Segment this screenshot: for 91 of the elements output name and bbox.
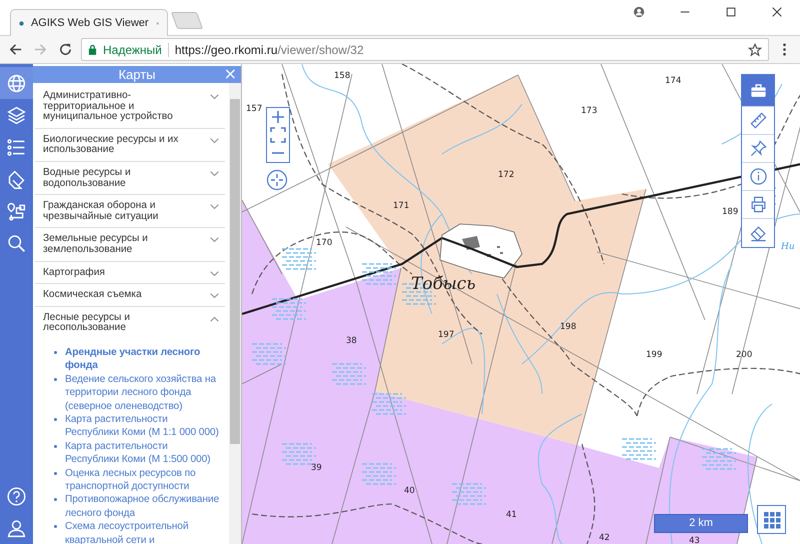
category-label: Лесные ресурсы и лесопользование <box>43 312 131 334</box>
user-icon <box>6 518 27 538</box>
parcel-number: 174 <box>665 76 682 86</box>
browser-tab[interactable]: AGIKS Web GIS Viewer <box>10 9 168 36</box>
category-item[interactable]: Земельные ресурсы и землепользование <box>35 228 225 262</box>
lock-icon <box>88 44 97 55</box>
scrollbar[interactable] <box>229 83 241 544</box>
globe-icon <box>6 72 27 94</box>
category-label: Картография <box>43 268 106 278</box>
bullet-icon <box>54 444 57 448</box>
category-label: Космическая съемка <box>43 290 143 301</box>
bullet-icon <box>54 378 57 381</box>
category-label: Земельные ресурсы и землепользование <box>43 234 149 256</box>
category-item[interactable]: Водные ресурсы и водопользование <box>35 162 225 196</box>
category-item[interactable]: Административно-территориальное и муниципальное устройство <box>35 85 225 129</box>
map-link[interactable]: Противопожарное обслуживание лесного фонда <box>65 493 221 520</box>
chevron-down-icon <box>210 138 219 144</box>
help-icon <box>6 486 27 506</box>
parcel-number: 41 <box>506 510 517 520</box>
parcel-number: 40 <box>404 486 415 496</box>
scrollbar-thumb[interactable] <box>230 99 240 444</box>
locate-icon[interactable] <box>266 169 288 191</box>
map-link[interactable]: Арендные участки лесного фонда <box>65 346 221 373</box>
parcel-number: 158 <box>334 71 350 81</box>
category-item[interactable]: Биологические ресурсы и их использование <box>35 128 225 162</box>
category-item[interactable]: Лесные ресурсы и лесопользование <box>35 306 225 338</box>
chevron-down-icon <box>210 94 219 100</box>
toolbox-button[interactable] <box>742 75 774 107</box>
bullet-icon <box>54 472 57 475</box>
parcel-number: 173 <box>581 106 598 116</box>
parcel-number: 200 <box>736 350 752 360</box>
eraser-icon <box>748 224 768 242</box>
toolbox-icon <box>748 81 768 100</box>
category-item[interactable]: Космическая съемка <box>35 284 225 307</box>
parcel-number: 198 <box>560 322 576 332</box>
parcel-number: 171 <box>393 201 410 211</box>
category-label: Административно-территориальное и муниципальное устройство <box>43 91 174 123</box>
map-link[interactable]: Карта растительности Республики Коми (М 1:1 000 000) <box>65 412 221 440</box>
zoom-in-icon[interactable] <box>271 110 285 124</box>
globe-button[interactable] <box>0 67 33 99</box>
map-link[interactable]: Карта растительности Республики Коми (М 1:500 000) <box>65 440 221 467</box>
list-icon <box>6 136 27 158</box>
pushpin-icon <box>748 139 768 158</box>
bullet-icon <box>54 350 57 354</box>
parcel-number: 172 <box>498 170 514 180</box>
category-label: Водные ресурсы и водопользование <box>43 168 132 190</box>
ruler-icon <box>748 111 768 130</box>
chevron-down-icon <box>210 270 219 277</box>
parcel-number: 189 <box>722 207 738 217</box>
bullet-icon <box>54 498 57 502</box>
map-link[interactable]: Ведение сельского хозяйства на территории лесного фонда (северное оленеводство) <box>65 372 221 413</box>
parcel-number: 43 <box>689 536 700 544</box>
parcel-number: 157 <box>246 104 262 114</box>
chevron-down-icon <box>210 237 219 244</box>
panel-title: Карты <box>118 67 156 82</box>
grid-icon <box>762 510 780 528</box>
parcel-number: 197 <box>438 330 454 340</box>
parcel-number: 170 <box>316 238 332 248</box>
bullet-icon <box>54 418 57 421</box>
zoom-extent-icon[interactable] <box>270 127 286 143</box>
chevron-down-icon <box>210 170 219 177</box>
category-label: Гражданская оборона и чрезвычайные ситуации <box>43 201 160 222</box>
parcel-number: 38 <box>346 336 357 346</box>
maximize-icon[interactable] <box>725 6 737 18</box>
chevron-down-icon <box>210 293 219 300</box>
secure-label: Надежный <box>103 42 162 56</box>
category-item[interactable]: Гражданская оборона и чрезвычайные ситуации <box>35 195 225 228</box>
scale-bar: 2 km <box>654 514 748 533</box>
address-bar[interactable]: Надежный https://geo.rkomi.ru/viewer/show/32 <box>81 38 769 61</box>
printer-icon <box>748 195 768 214</box>
basemap-button[interactable] <box>757 505 786 534</box>
search-icon <box>6 232 27 254</box>
chevron-down-icon <box>210 204 219 210</box>
user-icon[interactable] <box>633 6 645 18</box>
parcel-number: 199 <box>646 350 662 360</box>
info-icon <box>748 167 768 186</box>
map-link[interactable]: Оценка лесных ресурсов по транспортной доступности <box>65 466 221 494</box>
layers-icon <box>6 104 27 126</box>
tab-title: AGIKS Web GIS Viewer <box>30 17 149 29</box>
route-icon <box>6 200 27 222</box>
category-item[interactable]: Картография <box>35 262 225 284</box>
parcel-number: 42 <box>599 533 610 543</box>
chevron-up-icon <box>210 316 219 322</box>
category-label: Биологические ресурсы и их использование <box>43 134 180 156</box>
bullet-icon <box>54 525 57 528</box>
parcel-number: 39 <box>311 463 322 473</box>
river-label: Ни <box>781 242 795 252</box>
tag-icon <box>6 168 27 190</box>
close-icon[interactable] <box>771 6 783 18</box>
url-text: https://geo.rkomi.ru/viewer/show/32 <box>174 42 364 56</box>
star-icon[interactable] <box>748 42 762 56</box>
